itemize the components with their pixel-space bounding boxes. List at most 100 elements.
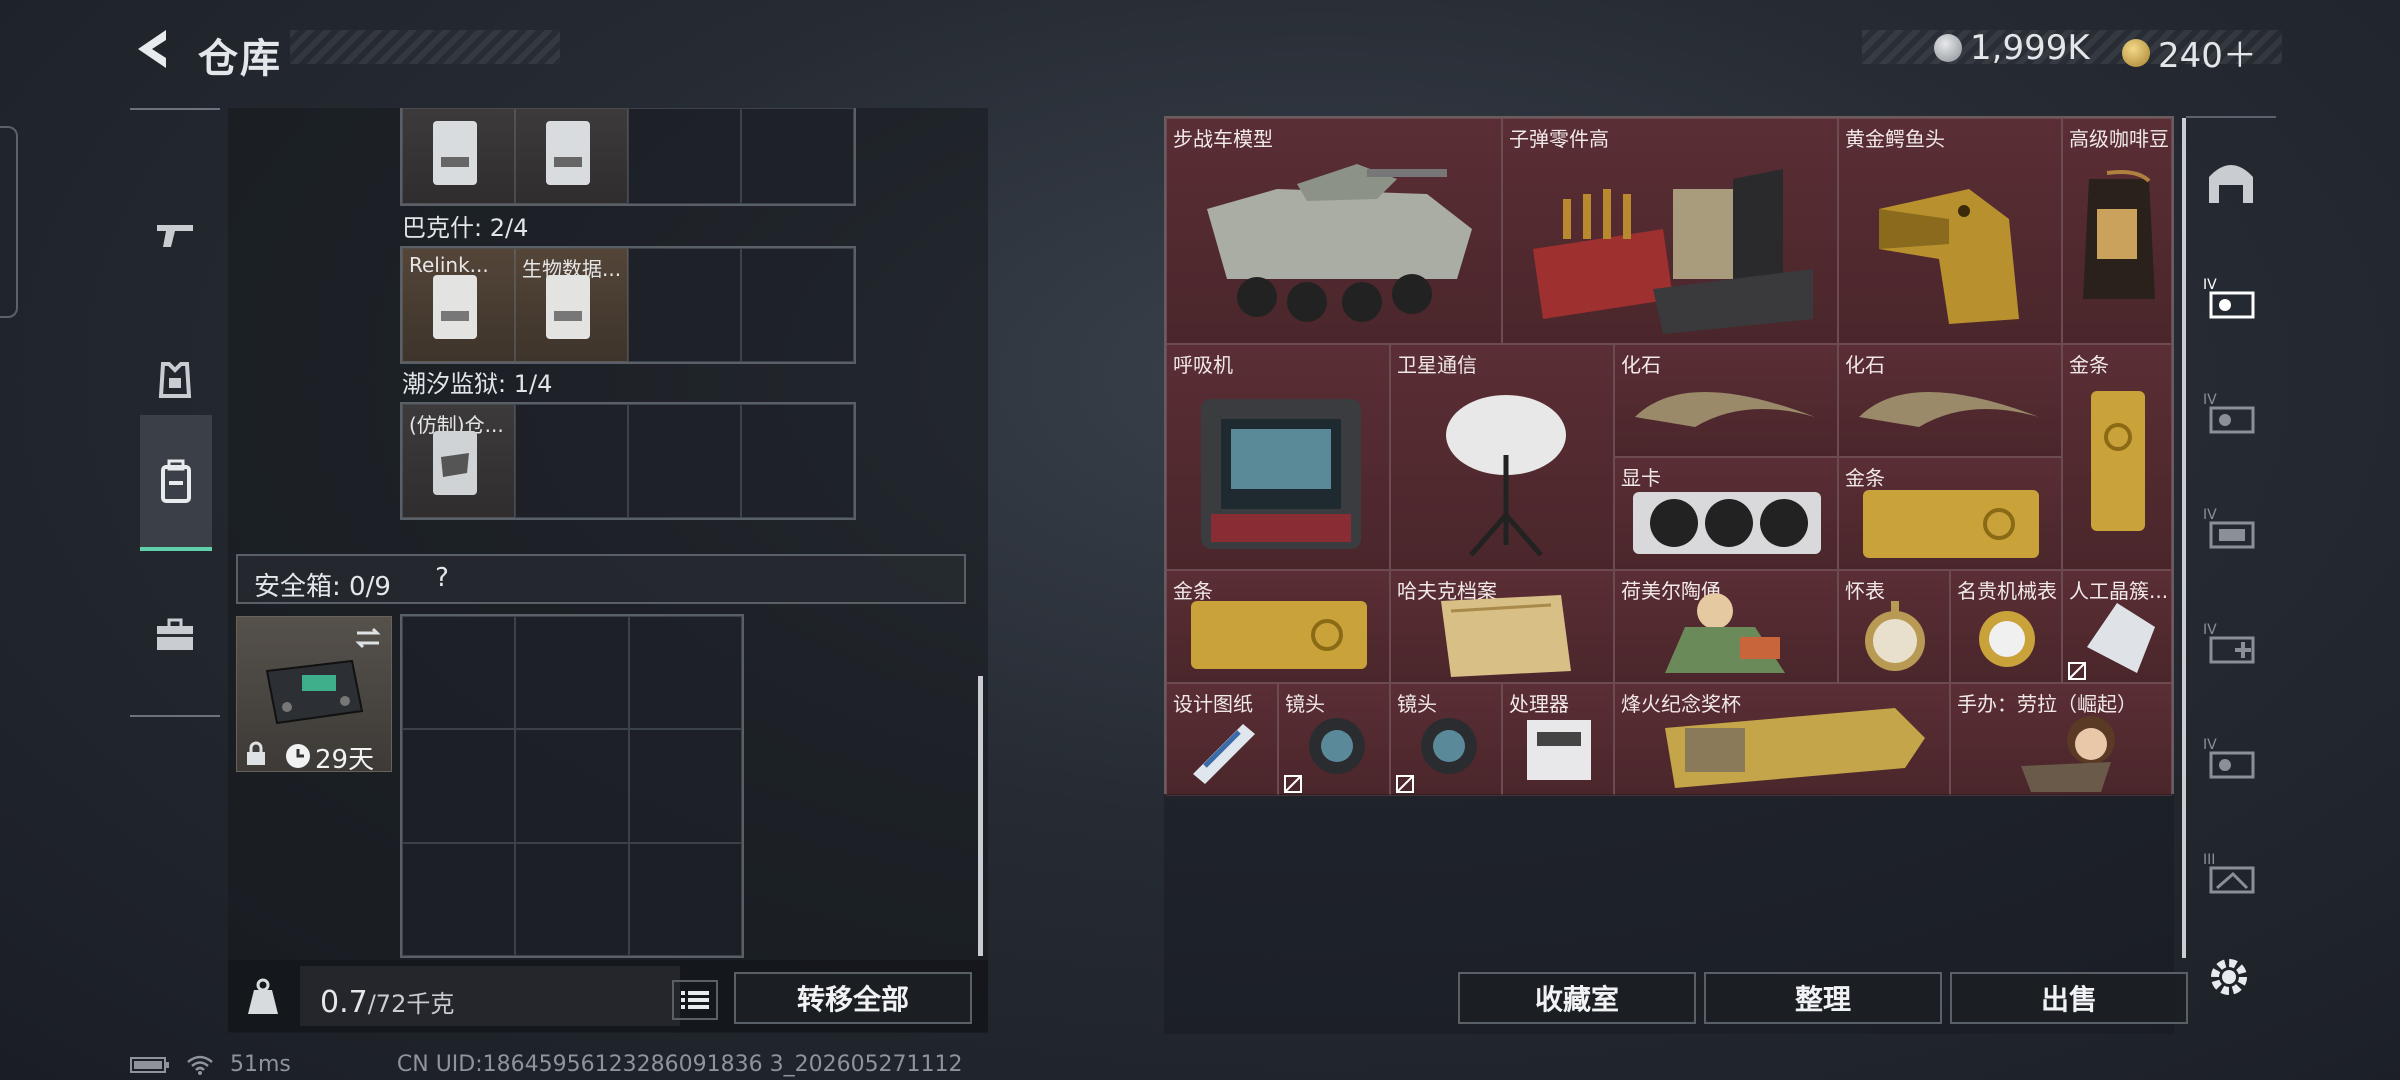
- ping-value: 51ms: [230, 1052, 291, 1077]
- tab-warehouse-3[interactable]: IV: [2186, 473, 2276, 583]
- grid-cell-empty[interactable]: [402, 729, 516, 843]
- warehouse-item[interactable]: 卫星通信: [1390, 344, 1614, 570]
- grid-cell-empty[interactable]: [515, 842, 629, 956]
- warehouse-item[interactable]: 设计图纸: [1166, 683, 1278, 796]
- warehouse-page-tabs: IV IV IV IV IV III: [2186, 116, 2276, 948]
- grid-cell-item[interactable]: 生物数据...: [515, 248, 628, 362]
- grid-cell-empty[interactable]: [628, 842, 742, 956]
- warehouse-item[interactable]: 镜头: [1390, 683, 1502, 796]
- safebox-case-slot[interactable]: 29天: [236, 616, 392, 775]
- silver-amount: 1,999K: [1970, 28, 2090, 68]
- ventilator-icon: [1201, 399, 1361, 549]
- crystal-icon: [2087, 603, 2155, 673]
- weight-icon: [248, 978, 278, 1014]
- storage-rack-icon: IV: [2203, 737, 2255, 779]
- grid-cell-item[interactable]: [515, 108, 628, 204]
- grid-cell-empty[interactable]: [741, 108, 854, 204]
- tab-briefcase[interactable]: [130, 570, 220, 700]
- warehouse-item[interactable]: 金条: [2062, 344, 2172, 570]
- battery-icon: [130, 1056, 169, 1073]
- item-label: 金条: [2069, 353, 2109, 377]
- transfer-all-button[interactable]: 转移全部: [734, 972, 972, 1024]
- weight-value: 0.7: [320, 985, 368, 1020]
- warehouse-item[interactable]: 高级咖啡豆: [2062, 118, 2172, 344]
- sort-button[interactable]: 整理: [1704, 972, 1942, 1024]
- tab-warehouse-2[interactable]: IV: [2186, 358, 2276, 468]
- gun-icon: [157, 225, 193, 247]
- backpack-icon: [161, 459, 191, 503]
- warehouse-item[interactable]: 怀表: [1838, 570, 1950, 683]
- status-bar: 51ms CN UID:18645956123286091836 3_20260…: [130, 1052, 963, 1077]
- list-view-button[interactable]: [672, 980, 718, 1020]
- tab-warehouse-1[interactable]: IV: [2186, 243, 2276, 353]
- gold-bar-icon: [1191, 601, 1367, 669]
- pocket-watch-icon: [1865, 601, 1925, 671]
- inventory-category-tabs: [130, 108, 220, 717]
- warehouse-item[interactable]: 荷美尔陶俑: [1614, 570, 1838, 683]
- item-label: 设计图纸: [1173, 692, 1253, 716]
- grid-cell-item[interactable]: Relink...: [402, 248, 515, 362]
- tab-warehouse-overview[interactable]: [2186, 128, 2276, 238]
- warehouse-item[interactable]: 镜头: [1278, 683, 1390, 796]
- grid-cell-empty[interactable]: [515, 729, 629, 843]
- warehouse-item[interactable]: 子弹零件高: [1502, 118, 1838, 344]
- figurine-icon: [1665, 593, 1785, 673]
- svg-text:IV: IV: [2203, 737, 2217, 753]
- grid-cell-item[interactable]: (仿制)仓...: [402, 404, 515, 518]
- grid-cell-empty[interactable]: [515, 616, 629, 730]
- grid-cell-empty[interactable]: [741, 404, 854, 518]
- swap-icon[interactable]: [353, 625, 383, 651]
- grid-cell-empty[interactable]: [402, 842, 516, 956]
- briefcase-icon: [157, 618, 193, 650]
- grid-cell-empty[interactable]: [628, 616, 742, 730]
- gold-croc-head-icon: [1879, 189, 2019, 324]
- grid-cell-empty[interactable]: [628, 108, 741, 204]
- camera-lens-icon: [1309, 718, 1365, 774]
- warehouse-item[interactable]: 人工晶簇...: [2062, 570, 2172, 683]
- warehouse-item[interactable]: 金条: [1838, 457, 2062, 570]
- fossil-claw-icon: [1635, 392, 1815, 427]
- grid-cell-empty[interactable]: [628, 248, 741, 362]
- warehouse-item[interactable]: 化石: [1838, 344, 2062, 457]
- warehouse-item[interactable]: 步战车模型: [1166, 118, 1502, 344]
- keycard-icon: [433, 275, 477, 339]
- svg-text:IV: IV: [2203, 622, 2217, 638]
- apc-model-icon: [1207, 164, 1472, 322]
- grid-cell-empty[interactable]: [628, 404, 741, 518]
- item-label: 高级咖啡豆: [2069, 127, 2169, 151]
- warehouse-item[interactable]: 处理器: [1502, 683, 1614, 796]
- tab-weapons[interactable]: [130, 170, 220, 300]
- no-trade-icon: [1284, 775, 1302, 793]
- sell-button[interactable]: 出售: [1950, 972, 2188, 1024]
- header-decoration: [290, 30, 560, 64]
- storage-rack-icon: IV: [2203, 507, 2255, 549]
- side-handle[interactable]: [0, 126, 18, 318]
- warehouse-item[interactable]: 化石: [1614, 344, 1838, 457]
- grid-cell-item[interactable]: [402, 108, 515, 204]
- grid-cell-empty[interactable]: [628, 729, 742, 843]
- grid-cell-empty[interactable]: [515, 404, 628, 518]
- help-icon[interactable]: ?: [426, 562, 458, 594]
- grid-cell-empty[interactable]: [741, 248, 854, 362]
- tab-warehouse-4[interactable]: IV: [2186, 588, 2276, 698]
- warehouse-grid: 步战车模型 子弹零件高 黄金鳄鱼头 高级咖啡豆 呼吸机 卫星通信 化石 化石 金…: [1164, 116, 2174, 796]
- warehouse-item[interactable]: 金条: [1166, 570, 1390, 683]
- silver-currency: 1,999K: [1934, 28, 2090, 68]
- warehouse-item[interactable]: 烽火纪念奖杯: [1614, 683, 1950, 796]
- warehouse-item[interactable]: 哈夫克档案: [1390, 570, 1614, 683]
- warehouse-item[interactable]: 手办：劳拉（崛起）: [1950, 683, 2172, 796]
- warehouse-item[interactable]: 名贵机械表: [1950, 570, 2062, 683]
- collection-room-button[interactable]: 收藏室: [1458, 972, 1696, 1024]
- storage-rack-icon: III: [2203, 852, 2255, 894]
- warehouse-item[interactable]: 黄金鳄鱼头: [1838, 118, 2062, 344]
- warehouse-item[interactable]: 呼吸机: [1166, 344, 1390, 570]
- container-grid: Relink... 生物数据...: [400, 246, 856, 364]
- tab-warehouse-6[interactable]: III: [2186, 818, 2276, 928]
- tab-backpack[interactable]: [140, 415, 212, 551]
- tab-warehouse-5[interactable]: IV: [2186, 703, 2276, 813]
- backpack-scrollbar[interactable]: [978, 676, 983, 956]
- grid-cell-empty[interactable]: [402, 616, 516, 730]
- back-icon[interactable]: [130, 24, 180, 74]
- warehouse-item[interactable]: 显卡: [1614, 457, 1838, 570]
- settings-gear-icon[interactable]: [2204, 952, 2254, 1002]
